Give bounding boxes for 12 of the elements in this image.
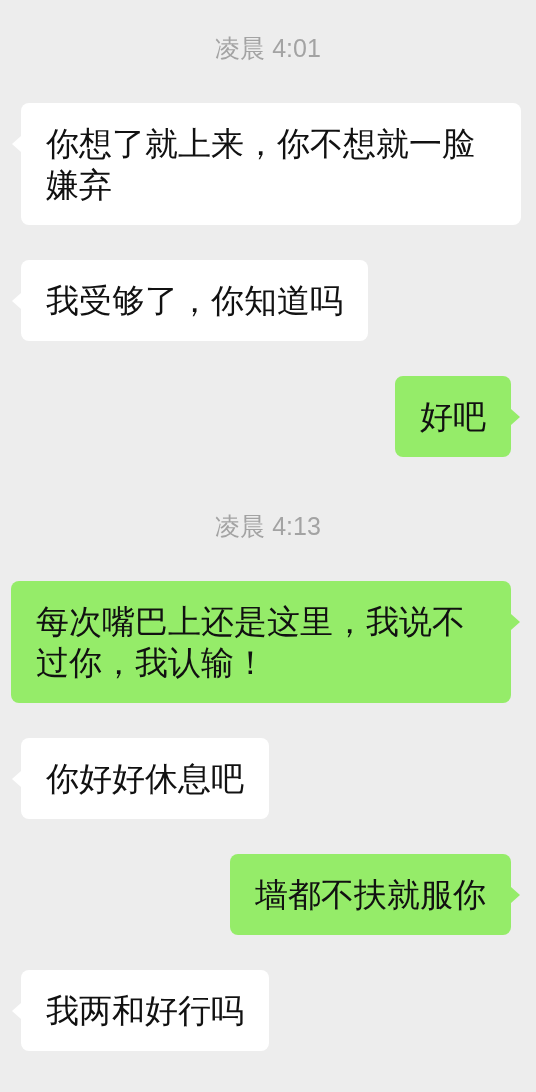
timestamp: 凌晨 4:13	[215, 511, 321, 542]
message-bubble: 墙都不扶就服你	[230, 854, 511, 935]
bubble-tail	[511, 614, 520, 630]
bubble-tail	[511, 887, 520, 903]
message-bubble: 我两和好行吗	[21, 970, 269, 1051]
message-bubble: 你想了就上来，你不想就一脸嫌弃	[21, 103, 521, 225]
message-bubble: 每次嘴巴上还是这里，我说不过你，我认输！	[11, 581, 511, 703]
timestamp: 凌晨 4:01	[215, 33, 321, 64]
message-bubble: 你好好休息吧	[21, 738, 269, 819]
bubble-tail	[511, 409, 520, 425]
message-bubble: 我受够了，你知道吗	[21, 260, 368, 341]
message-bubble: 好吧	[395, 376, 511, 457]
